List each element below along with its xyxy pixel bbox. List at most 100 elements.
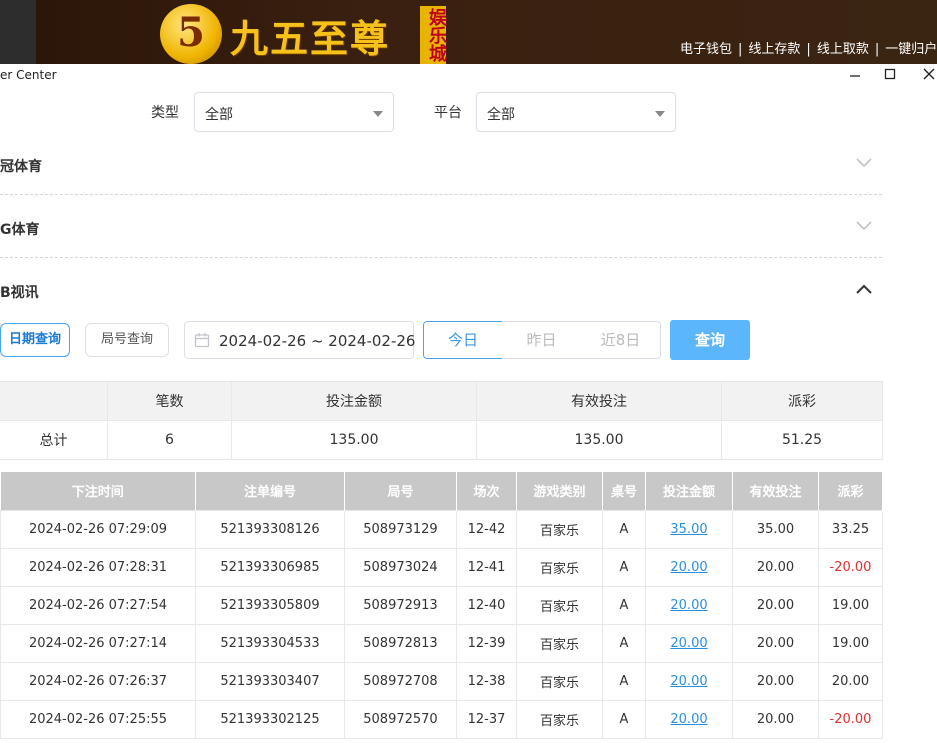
column-header: 下注时间 xyxy=(0,472,196,510)
logo-emblem: 5 xyxy=(160,4,222,64)
bet-amount-link[interactable]: 35.00 xyxy=(645,509,733,549)
range-yesterday-button[interactable]: 昨日 xyxy=(502,321,582,359)
nav-link-deposit[interactable]: 线上存款 xyxy=(748,42,800,57)
table-row: 2024-02-26 07:26:37 521393303407 508972708… xyxy=(0,661,883,701)
summary-header-cell: 笔数 xyxy=(107,381,232,421)
table-cell: 百家乐 xyxy=(516,547,603,587)
table-cell: 521393308126 xyxy=(195,509,345,549)
logo-text: 九五至尊 xyxy=(230,16,391,61)
maximize-button[interactable] xyxy=(878,66,902,86)
column-header: 游戏类别 xyxy=(516,472,603,510)
bet-amount-link[interactable]: 20.00 xyxy=(645,547,733,587)
summary-cell: 6 xyxy=(107,420,232,460)
table-cell: A xyxy=(602,509,646,549)
table-cell: -20.00 xyxy=(818,547,883,587)
table-cell: 33.25 xyxy=(818,509,883,549)
chevron-down-icon xyxy=(655,111,665,117)
table-cell: 508972813 xyxy=(344,623,457,663)
section-title-live-video[interactable]: B视讯 xyxy=(0,282,39,302)
chevron-down-icon xyxy=(373,111,383,117)
summary-header-row: 笔数 投注金额 有效投注 派彩 xyxy=(0,381,883,421)
table-cell: 百家乐 xyxy=(516,661,603,701)
maximize-icon xyxy=(884,68,896,80)
chevron-up-icon[interactable] xyxy=(856,281,872,297)
records-header-row: 下注时间 注单编号 局号 场次 游戏类别 桌号 投注金额 有效投注 派彩 xyxy=(0,472,883,510)
column-header: 场次 xyxy=(456,472,517,510)
table-cell: 12-41 xyxy=(456,547,517,587)
date-range-picker[interactable]: 2024-02-26 ~ 2024-02-26 xyxy=(184,321,415,359)
summary-header-cell: 派彩 xyxy=(721,381,883,421)
platform-filter-label: 平台 xyxy=(434,105,462,121)
summary-cell: 51.25 xyxy=(721,420,883,460)
bet-amount-link[interactable]: 20.00 xyxy=(645,661,733,701)
table-cell: A xyxy=(602,585,646,625)
section-title-sports-1[interactable]: 冠体育 xyxy=(0,156,42,176)
table-cell: 521393303407 xyxy=(195,661,345,701)
section-title-sports-2[interactable]: G体育 xyxy=(0,219,40,239)
table-cell: 508972570 xyxy=(344,699,457,739)
close-icon xyxy=(923,68,935,80)
table-cell: 20.00 xyxy=(732,585,819,625)
table-cell: 百家乐 xyxy=(516,585,603,625)
table-row: 2024-02-26 07:29:09 521393308126 508973129… xyxy=(0,509,883,549)
table-cell: 12-42 xyxy=(456,509,517,549)
table-cell: 2024-02-26 07:25:55 xyxy=(0,699,196,739)
table-cell: 2024-02-26 07:26:37 xyxy=(0,661,196,701)
summary-header-cell: 有效投注 xyxy=(476,381,722,421)
banner-left-panel xyxy=(0,0,36,64)
summary-header-cell xyxy=(0,381,108,421)
table-cell: 19.00 xyxy=(818,623,883,663)
table-cell: 12-37 xyxy=(456,699,517,739)
nav-link-wallet[interactable]: 电子钱包 xyxy=(680,42,732,57)
table-cell: 19.00 xyxy=(818,585,883,625)
table-cell: 百家乐 xyxy=(516,509,603,549)
column-header: 投注金额 xyxy=(645,472,733,510)
platform-select[interactable]: 全部 xyxy=(476,92,676,132)
platform-select-value: 全部 xyxy=(487,107,515,123)
range-last8days-button[interactable]: 近8日 xyxy=(581,321,661,359)
type-select[interactable]: 全部 xyxy=(194,92,394,132)
minimize-button[interactable] xyxy=(843,66,867,86)
table-cell: -20.00 xyxy=(818,699,883,739)
section-divider xyxy=(0,194,882,195)
nav-link-transfer-all[interactable]: 一键归户 xyxy=(885,42,937,57)
table-cell: 12-39 xyxy=(456,623,517,663)
table-cell: 百家乐 xyxy=(516,623,603,663)
window-title: er Center xyxy=(0,68,57,82)
site-banner: 5 九五至尊 娱乐城 电子钱包 | 线上存款 | 线上取款 | 一键归户 xyxy=(0,0,937,64)
date-query-tab[interactable]: 日期查询 xyxy=(0,323,70,357)
table-cell: 508972913 xyxy=(344,585,457,625)
bet-amount-link[interactable]: 20.00 xyxy=(645,585,733,625)
nav-link-withdraw[interactable]: 线上取款 xyxy=(817,42,869,57)
column-header: 派彩 xyxy=(818,472,883,510)
window-title-bar: er Center xyxy=(0,64,937,88)
table-cell: 百家乐 xyxy=(516,699,603,739)
type-select-value: 全部 xyxy=(205,107,233,123)
table-row: 2024-02-26 07:28:31 521393306985 508973024… xyxy=(0,547,883,587)
table-row: 2024-02-26 07:25:55 521393302125 508972570… xyxy=(0,699,883,739)
summary-total-row: 总计 6 135.00 135.00 51.25 xyxy=(0,420,883,460)
summary-cell: 总计 xyxy=(0,420,108,460)
summary-table: 笔数 投注金额 有效投注 派彩 总计 6 135.00 135.00 51.25 xyxy=(0,381,883,460)
minimize-icon xyxy=(850,75,860,77)
close-button[interactable] xyxy=(917,66,937,86)
table-cell: 2024-02-26 07:27:14 xyxy=(0,623,196,663)
table-cell: 20.00 xyxy=(732,623,819,663)
table-cell: 20.00 xyxy=(818,661,883,701)
chevron-down-icon[interactable] xyxy=(856,218,872,234)
bet-amount-link[interactable]: 20.00 xyxy=(645,623,733,663)
bet-amount-link[interactable]: 20.00 xyxy=(645,699,733,739)
query-submit-button[interactable]: 查询 xyxy=(670,320,750,360)
table-row: 2024-02-26 07:27:54 521393305809 508972913… xyxy=(0,585,883,625)
range-today-button[interactable]: 今日 xyxy=(423,321,503,359)
table-cell: 20.00 xyxy=(732,699,819,739)
table-cell: A xyxy=(602,661,646,701)
logo-tag: 娱乐城 xyxy=(420,6,447,64)
table-cell: 2024-02-26 07:28:31 xyxy=(0,547,196,587)
table-cell: 35.00 xyxy=(732,509,819,549)
round-query-tab[interactable]: 局号查询 xyxy=(85,323,169,357)
summary-cell: 135.00 xyxy=(231,420,477,460)
table-cell: A xyxy=(602,623,646,663)
table-row: 2024-02-26 07:27:14 521393304533 508972813… xyxy=(0,623,883,663)
chevron-down-icon[interactable] xyxy=(856,155,872,171)
